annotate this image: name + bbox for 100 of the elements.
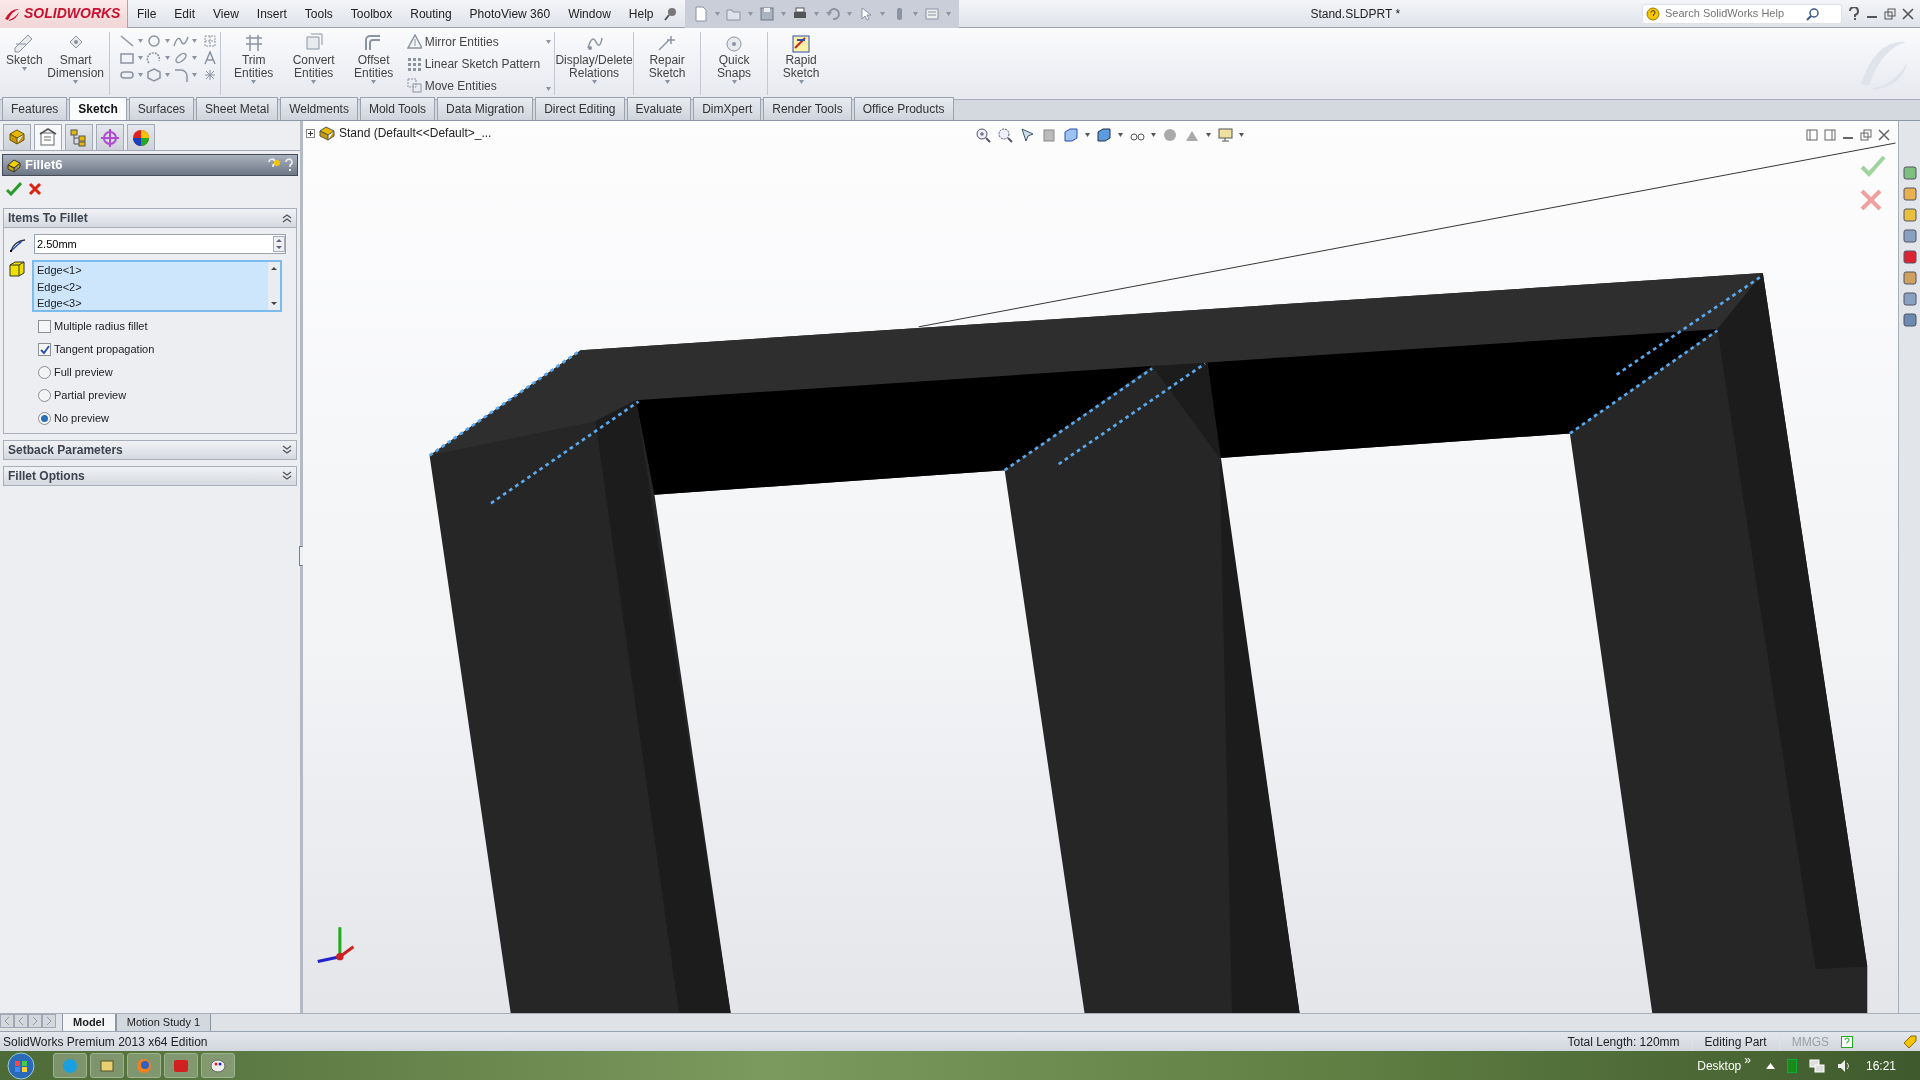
text-icon[interactable] [202,51,217,65]
grid-icon[interactable] [202,34,217,48]
show-hidden-icon[interactable] [1765,1062,1775,1069]
cancel-x-icon[interactable] [1860,189,1882,211]
menu-item[interactable]: Window [559,0,620,28]
close-icon[interactable] [1902,7,1914,20]
tile-right-icon[interactable] [1824,129,1836,141]
monitor-icon[interactable] [1217,127,1233,143]
tag-icon[interactable] [1903,1034,1917,1049]
cancel-x-icon[interactable] [28,182,42,196]
taskbar-button[interactable] [201,1053,235,1078]
menu-item[interactable]: Help [619,0,663,28]
display-style-icon[interactable] [1096,127,1112,143]
radio-button[interactable] [38,366,51,379]
list-item[interactable]: Edge<2> [37,278,268,295]
caret-icon[interactable] [1239,133,1244,137]
ribbon-tab[interactable]: Features [2,97,68,120]
help-icon[interactable] [284,158,294,172]
spline-icon[interactable] [172,34,189,48]
first-icon[interactable] [0,1014,14,1028]
panel-tab[interactable] [65,124,93,150]
menu-item[interactable]: Edit [165,0,205,28]
option-label[interactable]: No preview [54,410,110,427]
taskbar-button[interactable] [90,1053,124,1078]
ribbon-tab[interactable]: Surfaces [128,97,195,120]
menu-item[interactable]: View [204,0,248,28]
tile-left-icon[interactable] [1806,129,1818,141]
ribbon-tab[interactable]: DimXpert [693,97,762,120]
restore-icon[interactable] [1860,129,1872,141]
menu-item[interactable]: Insert [247,0,296,28]
pin-icon[interactable] [662,5,679,22]
taskbar-button[interactable] [164,1053,198,1078]
option-label[interactable]: Multiple radius fillet [54,318,148,335]
network-icon[interactable] [1808,1058,1825,1073]
toolbar-button[interactable]: Offset Entities [343,28,404,88]
close-icon[interactable] [1878,129,1890,141]
view-orientation-icon[interactable] [1063,127,1079,143]
toolbar-button[interactable]: Linear Sketch Pattern [403,53,544,75]
volume-icon[interactable] [1836,1058,1851,1073]
ribbon-tab[interactable]: Sheet Metal [196,97,279,120]
bottom-tab[interactable]: Model [62,1014,116,1032]
option-label[interactable]: Partial preview [54,387,127,404]
ribbon-tab[interactable]: Evaluate [626,97,692,120]
clock[interactable]: 16:21 [1865,1056,1896,1075]
toolbar-button[interactable]: Trim Entities [223,28,284,88]
ok-check-icon[interactable] [1860,155,1886,177]
menu-item[interactable]: PhotoView 360 [460,0,560,28]
menu-item[interactable]: Routing [401,0,461,28]
save-icon[interactable] [758,5,775,22]
point-icon[interactable] [202,68,217,82]
next-icon[interactable] [28,1014,42,1028]
collapse-chevron-icon[interactable] [282,213,292,223]
tree-root-label[interactable]: Stand (Default<<Default>_... [339,124,492,142]
toolbar-button[interactable]: Move Entities [403,75,544,97]
panel-tab[interactable] [34,124,62,150]
fillet-corner-icon[interactable] [172,68,189,82]
option-label[interactable]: Tangent propagation [54,341,155,358]
arc-icon[interactable] [145,51,162,65]
radio-button[interactable] [38,412,51,425]
slot-icon[interactable] [118,68,135,82]
undo-icon[interactable] [824,5,841,22]
help-search-box[interactable]: Search SolidWorks Help [1642,3,1842,24]
list-item[interactable]: Edge<3> [37,295,268,312]
status-indicator-icon[interactable] [1786,1058,1797,1073]
edge-list[interactable]: Edge<1> Edge<2> Edge<3> [32,260,282,312]
toolbar-button[interactable]: Convert Entities [283,28,344,88]
toolbar-button[interactable]: Rapid Sketch [771,28,832,88]
spin-arrows-icon[interactable] [273,236,285,252]
chevron-glyph[interactable]: » [1744,1051,1751,1069]
prev-icon[interactable] [14,1014,28,1028]
ribbon-tab[interactable]: Direct Editing [535,97,625,120]
menu-item[interactable]: Toolbox [341,0,402,28]
restore-icon[interactable] [1884,7,1896,20]
panel-tab[interactable] [3,124,31,150]
toolbar-button[interactable]: Sketch [3,28,46,75]
list-item[interactable]: Edge<1> [37,262,268,279]
toolbar-button[interactable]: Smart Dimension [45,28,106,88]
ok-check-icon[interactable] [6,182,22,196]
desktop-toolbar-label[interactable]: Desktop [1697,1056,1742,1075]
checkbox[interactable] [38,320,51,333]
expand-chevron-icon[interactable] [282,471,292,481]
caret-icon[interactable] [1206,133,1211,137]
ribbon-tab[interactable]: Render Tools [763,97,852,120]
caret-icon[interactable] [1118,133,1123,137]
zoom-area-icon[interactable] [997,127,1013,143]
taskbar-button[interactable] [127,1053,161,1078]
expand-tree-icon[interactable] [306,128,315,138]
bottom-tab[interactable]: Motion Study 1 [115,1014,212,1032]
checkbox[interactable] [38,343,51,356]
toolbar-button[interactable]: Mirror Entities [403,31,544,53]
ribbon-tab[interactable]: Data Migration [437,97,534,120]
scrollbar-icon[interactable] [268,262,280,310]
search-icon[interactable] [1806,6,1820,21]
radio-button[interactable] [38,389,51,402]
start-orb-icon[interactable] [6,1051,36,1080]
help-square-icon[interactable] [1841,1035,1853,1048]
help-icon[interactable] [1848,6,1860,21]
polygon-icon[interactable] [145,68,162,82]
ribbon-tab[interactable]: Mold Tools [359,97,436,120]
options-icon[interactable] [923,5,940,22]
